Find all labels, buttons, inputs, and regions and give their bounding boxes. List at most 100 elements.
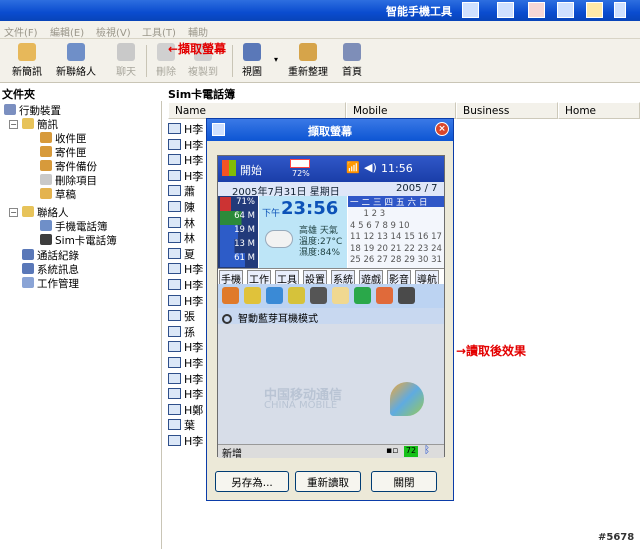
- new-sms-button[interactable]: 新簡訊: [12, 43, 42, 78]
- close-button[interactable]: 關閉: [371, 471, 437, 492]
- column-name[interactable]: Name: [168, 102, 346, 119]
- tree-item-drafts[interactable]: 草稿: [40, 187, 76, 201]
- view-dropdown-arrow-icon[interactable]: ▾: [274, 55, 278, 64]
- menu-tools[interactable]: 工具(T): [142, 24, 176, 39]
- contact-card-icon: [168, 325, 181, 337]
- menu-view[interactable]: 檢視(V): [96, 24, 131, 39]
- tree-item-sim-phonebook[interactable]: Sim卡電話簿: [40, 233, 117, 247]
- list-item[interactable]: 林: [168, 230, 195, 246]
- inbox-icon: [40, 132, 52, 143]
- list-item[interactable]: H李: [168, 137, 203, 153]
- time-prefix: 下午: [262, 209, 281, 219]
- folder-tree: 行動裝置 − 簡訊 收件匣 寄件匣 寄件備份 刪除項目 草稿 − 聯絡人 手機電…: [0, 101, 162, 549]
- device-screen: 開始 72% 📶 ◀) 11:56 2005年7月31日 星期日 2005 / …: [217, 155, 445, 460]
- bluetooth-mode-row[interactable]: 智動藍芽耳機模式: [218, 308, 444, 325]
- list-item[interactable]: H李: [168, 339, 203, 355]
- view-button[interactable]: 視圖: [242, 43, 262, 78]
- chat-button[interactable]: 聊天: [116, 43, 136, 78]
- notes-icon[interactable]: [586, 2, 603, 18]
- tree-label: 行動裝置: [19, 105, 61, 117]
- menu-bar: 文件(F) 編輯(E) 檢視(V) 工具(T) 輔助: [0, 21, 640, 39]
- search-icon[interactable]: [266, 287, 283, 304]
- list-item[interactable]: H李: [168, 152, 203, 168]
- toolbar: 新簡訊 新聯絡人 聊天 刪除 複製到 視圖 ▾ 重新整理 首頁: [0, 39, 640, 83]
- power-icon[interactable]: [354, 287, 371, 304]
- softkey-new[interactable]: 新增: [222, 449, 242, 460]
- list-item[interactable]: 夏: [168, 246, 195, 262]
- reload-button[interactable]: 重新讀取: [295, 471, 361, 492]
- list-item[interactable]: H李: [168, 371, 203, 387]
- refresh-button[interactable]: 重新整理: [288, 43, 328, 78]
- menu-file[interactable]: 文件(F): [4, 24, 38, 39]
- menu-help[interactable]: 輔助: [188, 24, 208, 39]
- tree-item-call-log[interactable]: 通話紀錄: [22, 248, 79, 262]
- power-off-icon[interactable]: [376, 287, 393, 304]
- tree-item-sent[interactable]: 寄件備份: [40, 159, 97, 173]
- collapse-icon[interactable]: −: [9, 208, 18, 217]
- device-wallpaper: 中国移动通信 CHINA MOBILE: [218, 324, 444, 444]
- list-item[interactable]: 陳: [168, 199, 195, 215]
- tray-icon[interactable]: [528, 2, 545, 18]
- column-mobile[interactable]: Mobile: [346, 102, 456, 119]
- list-item[interactable]: H李: [168, 121, 203, 137]
- list-item[interactable]: 林: [168, 215, 195, 231]
- home-button[interactable]: 首頁: [342, 43, 362, 78]
- list-item[interactable]: H李: [168, 277, 203, 293]
- tray-icon[interactable]: [497, 2, 514, 18]
- list-item[interactable]: 蕭: [168, 183, 195, 199]
- tree-item-device[interactable]: 行動裝置: [4, 103, 61, 117]
- window-title: 智能手機工具: [386, 5, 452, 18]
- list-item[interactable]: 葉: [168, 417, 195, 433]
- contact-card-icon: [168, 372, 181, 384]
- tree-item-phonebook[interactable]: 手機電話簿: [40, 219, 108, 233]
- tree-label: 手機電話簿: [55, 221, 108, 233]
- wireless-icon[interactable]: [398, 287, 415, 304]
- list-item[interactable]: 孫: [168, 324, 195, 340]
- weather-humidity: 濕度:84%: [299, 248, 341, 258]
- list-item[interactable]: H李: [168, 355, 203, 371]
- calendar-header: 一二三四五六日: [348, 196, 444, 208]
- list-item[interactable]: 張: [168, 308, 195, 324]
- tree-item-task-manager[interactable]: 工作管理: [22, 276, 79, 290]
- watermark: #5678: [598, 532, 635, 543]
- collapse-icon[interactable]: −: [9, 120, 18, 129]
- contacts-icon[interactable]: [244, 287, 261, 304]
- list-item[interactable]: H鄭: [168, 402, 203, 418]
- tree-label: 簡訊: [37, 119, 58, 131]
- new-sms-label: 新簡訊: [12, 67, 42, 78]
- keyboard-icon[interactable]: [288, 287, 305, 304]
- new-sms-icon: [18, 43, 36, 61]
- menu-edit[interactable]: 編輯(E): [50, 24, 84, 39]
- list-item[interactable]: H李: [168, 168, 203, 184]
- calendar-week: 25 26 27 28 29 30 31: [350, 255, 442, 265]
- device-clock: 11:56: [381, 162, 413, 175]
- contact-card-icon: [168, 279, 181, 290]
- column-business[interactable]: Business: [456, 102, 558, 119]
- phone-icon[interactable]: [222, 287, 239, 304]
- tree-item-contacts[interactable]: 聯絡人: [22, 205, 69, 219]
- tree-item-inbox[interactable]: 收件匣: [40, 131, 87, 145]
- level-indicator: 72: [404, 446, 418, 457]
- bluetooth-icon: ᛒ: [424, 445, 430, 456]
- tray-icon[interactable]: [557, 2, 574, 18]
- contact-name: 蕭: [184, 185, 195, 199]
- delete-label: 刪除: [156, 67, 176, 78]
- mail-icon[interactable]: [332, 287, 349, 304]
- tree-item-deleted[interactable]: 刪除項目: [40, 173, 97, 187]
- list-item[interactable]: H李: [168, 386, 203, 402]
- tree-item-sms[interactable]: 簡訊: [22, 117, 58, 131]
- close-icon[interactable]: ×: [435, 122, 449, 136]
- save-as-button[interactable]: 另存為...: [215, 471, 289, 492]
- tree-item-system-info[interactable]: 系統訊息: [22, 262, 79, 276]
- tree-item-outbox[interactable]: 寄件匣: [40, 145, 87, 159]
- new-contact-button[interactable]: 新聯絡人: [56, 43, 96, 78]
- column-home[interactable]: Home: [558, 102, 640, 119]
- contact-name: 夏: [184, 247, 195, 261]
- contact-card-icon: [168, 232, 181, 244]
- list-item[interactable]: H李: [168, 293, 203, 309]
- list-item[interactable]: H李: [168, 433, 203, 449]
- list-item[interactable]: H李: [168, 261, 203, 277]
- tray-icon[interactable]: [462, 2, 479, 18]
- volume-icon[interactable]: [310, 287, 327, 304]
- phone-icon[interactable]: [614, 2, 626, 18]
